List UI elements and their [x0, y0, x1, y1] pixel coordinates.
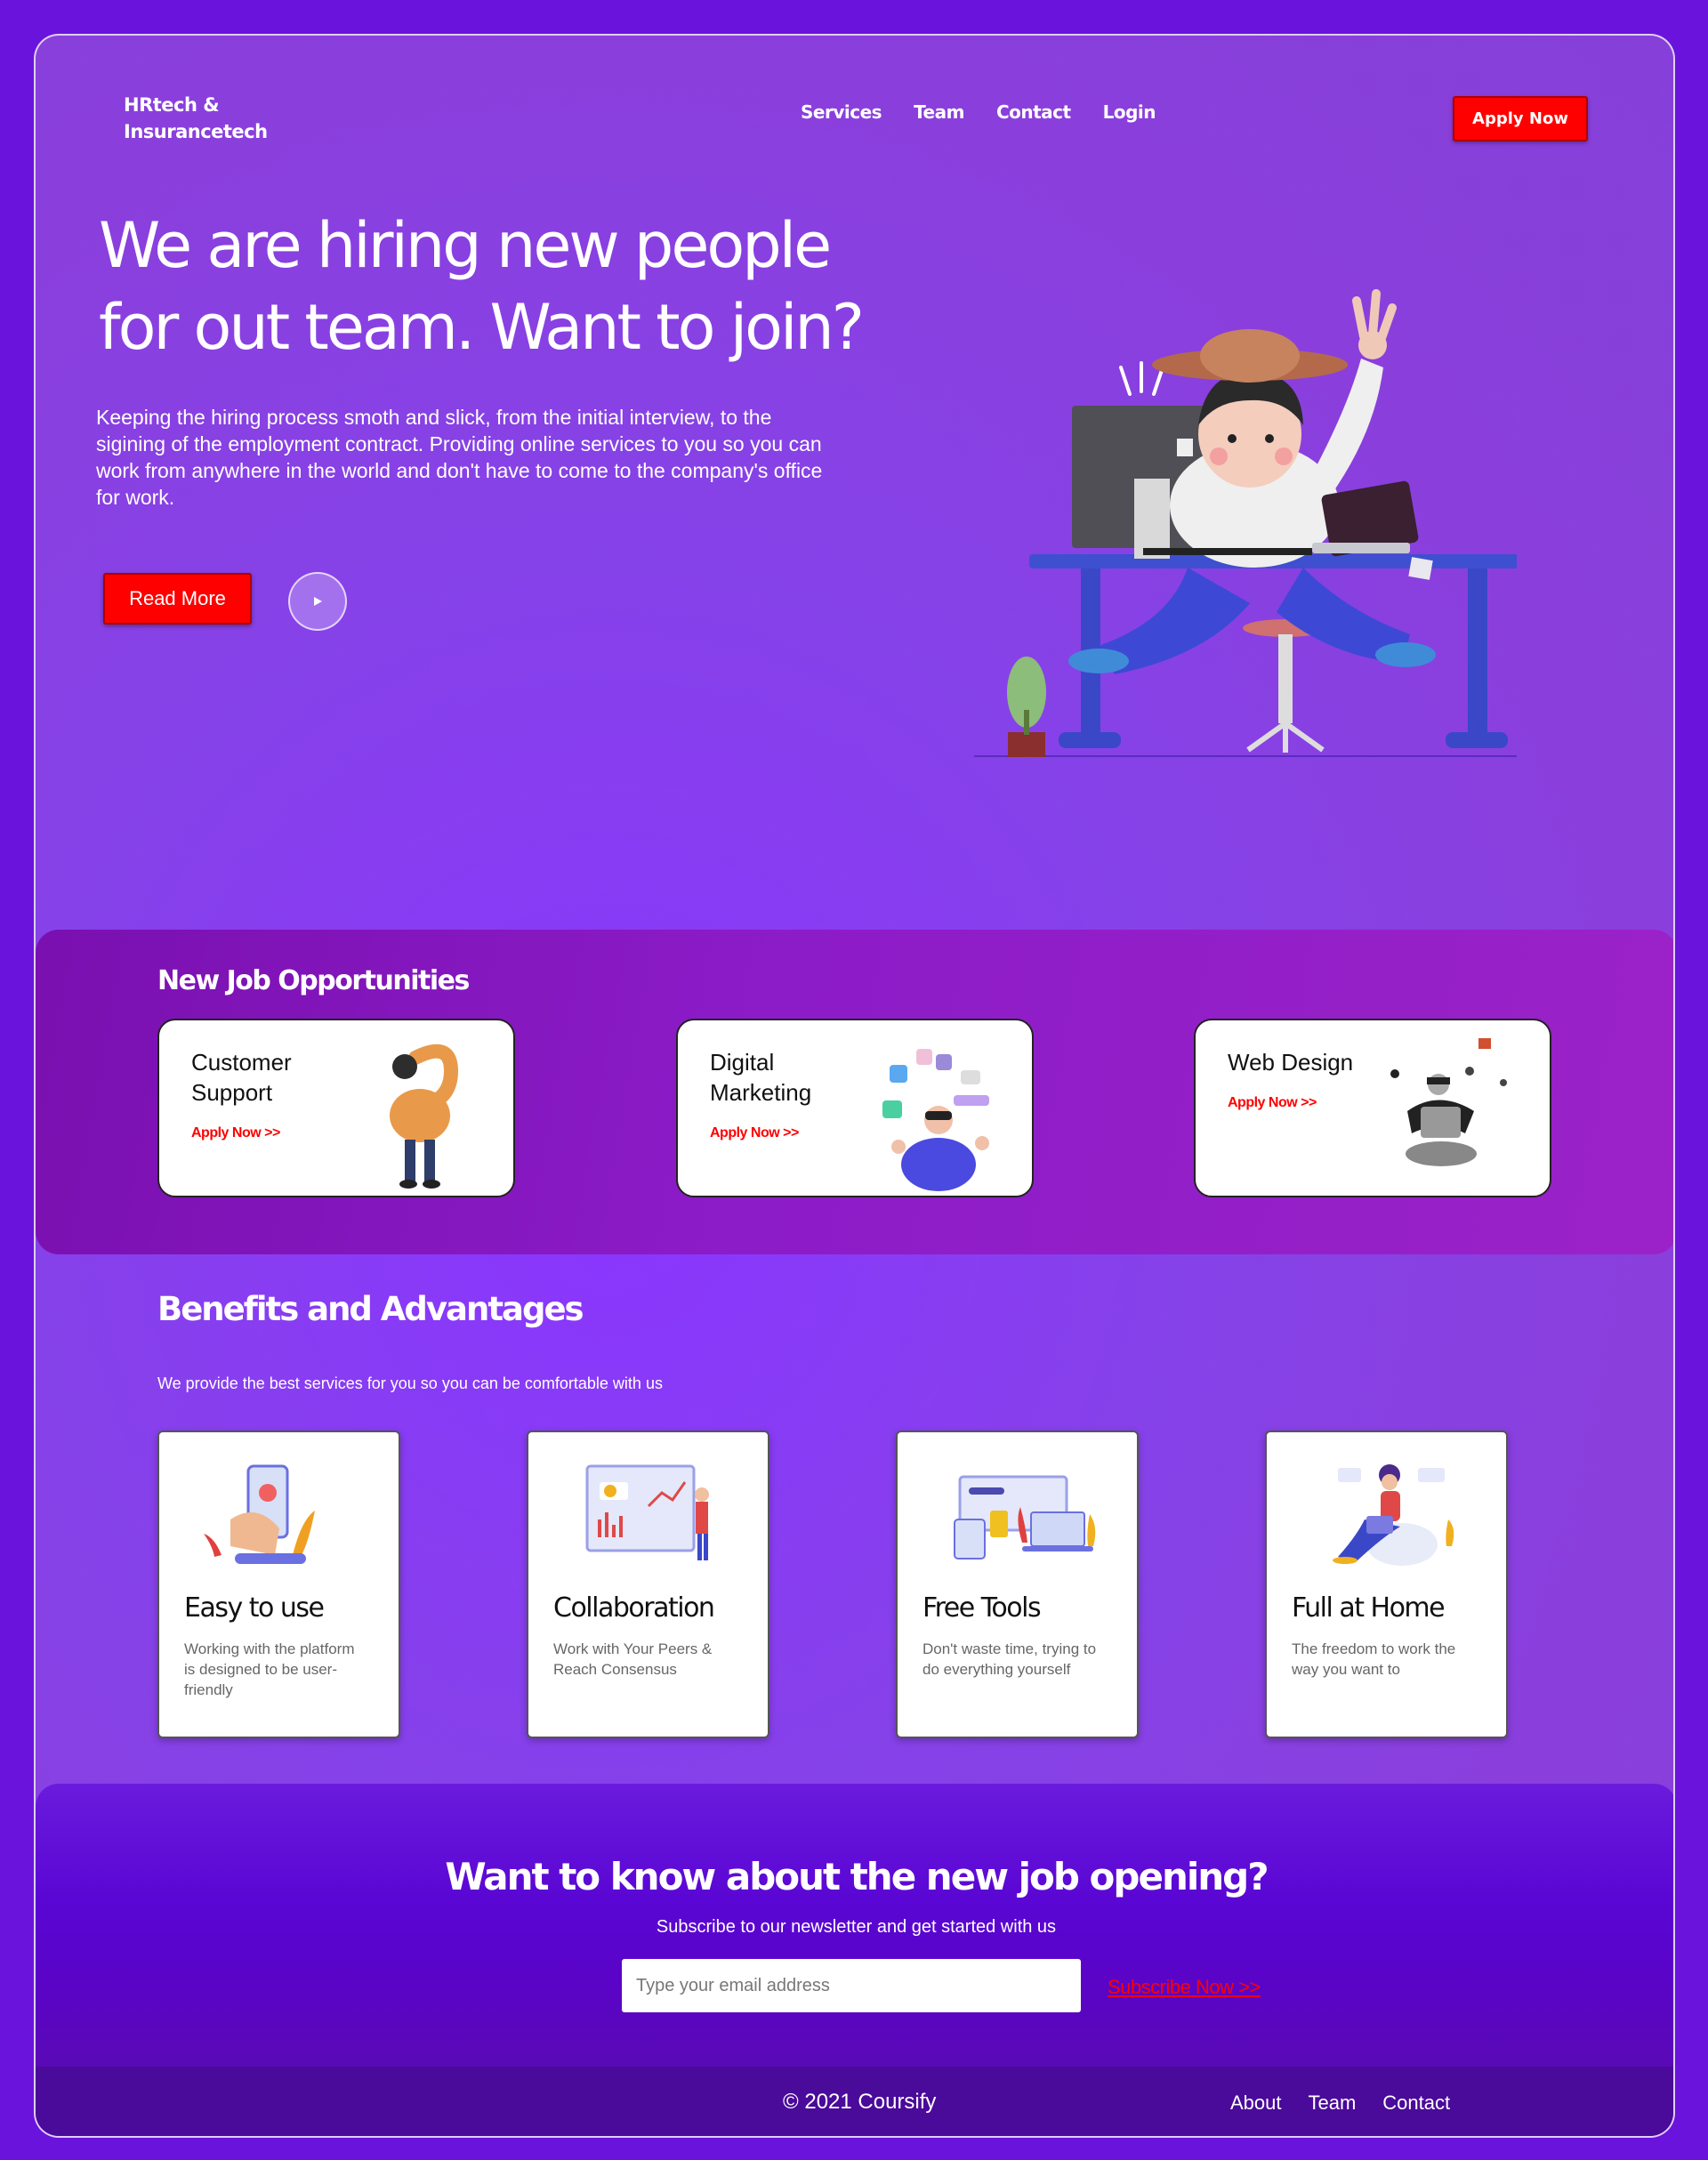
- brand-line-1: HRtech &: [124, 94, 220, 116]
- footer-link-team[interactable]: Team: [1309, 2091, 1357, 2115]
- jobs-title: New Job Opportunities: [157, 965, 470, 996]
- copyright: © 2021 Coursify: [783, 2090, 937, 2114]
- brand-logo[interactable]: HRtech & Insurancetech: [124, 92, 302, 145]
- apply-now-button[interactable]: Apply Now: [1453, 96, 1588, 141]
- job-title: Customer Support: [191, 1049, 292, 1106]
- benefit-description: The freedom to work the way you want to: [1292, 1640, 1456, 1678]
- play-button[interactable]: [288, 572, 347, 631]
- benefit-description: Working with the platform is designed to…: [184, 1640, 355, 1698]
- newsletter-section: Want to know about the new job opening? …: [36, 1784, 1673, 2077]
- benefit-card-collaboration: Collaboration Work with Your Peers & Rea…: [527, 1431, 769, 1738]
- digital-marketing-illustration: [882, 1049, 989, 1191]
- hero-title: We are hiring new people for out team. W…: [99, 205, 899, 368]
- footer-link-about[interactable]: About: [1230, 2091, 1282, 2115]
- main-nav: Services Team Contact Login: [801, 101, 1156, 123]
- collaboration-illustration: [585, 1464, 709, 1560]
- nav-services[interactable]: Services: [801, 101, 882, 123]
- benefit-card-free-tools: Free Tools Don't waste time, trying to d…: [896, 1431, 1139, 1738]
- benefit-card-easy-to-use: Easy to use Working with the platform is…: [157, 1431, 400, 1738]
- newsletter-title: Want to know about the new job opening?: [445, 1855, 1269, 1898]
- hero-title-line-2: for out team. Want to join?: [99, 291, 865, 364]
- jobs-section: New Job Opportunities Customer Support A…: [36, 930, 1673, 1254]
- customer-support-illustration: [390, 1044, 459, 1189]
- benefit-card-full-at-home: Full at Home The freedom to work the way…: [1265, 1431, 1508, 1738]
- benefit-title: Collaboration: [553, 1592, 715, 1624]
- newsletter-subtitle: Subscribe to our newsletter and get star…: [656, 1917, 1057, 1937]
- benefit-title: Easy to use: [184, 1592, 325, 1624]
- hero-illustration: [974, 289, 1517, 757]
- page-frame: HRtech & Insurancetech Services Team Con…: [34, 34, 1675, 2138]
- play-icon: [314, 597, 322, 606]
- hero-title-line-1: We are hiring new people: [99, 209, 832, 282]
- nav-login[interactable]: Login: [1103, 101, 1156, 123]
- job-apply-link[interactable]: Apply Now >>: [1228, 1095, 1317, 1111]
- nav-team[interactable]: Team: [914, 101, 964, 123]
- job-apply-link[interactable]: Apply Now >>: [191, 1125, 280, 1141]
- benefit-title: Full at Home: [1292, 1592, 1446, 1624]
- read-more-button[interactable]: Read More: [103, 573, 252, 625]
- subscribe-link[interactable]: Subscribe Now >>: [1108, 1976, 1261, 1999]
- brand-line-2: Insurancetech: [124, 121, 268, 142]
- benefit-description: Work with Your Peers & Reach Consensus: [553, 1640, 713, 1678]
- job-card-customer-support[interactable]: Customer Support Apply Now >>: [157, 1019, 515, 1197]
- nav-contact[interactable]: Contact: [996, 101, 1071, 123]
- job-title: Web Design: [1228, 1049, 1354, 1076]
- benefits-subtitle: We provide the best services for you so …: [157, 1374, 663, 1392]
- footer: © 2021 Coursify About Team Contact: [36, 2067, 1673, 2136]
- job-apply-link[interactable]: Apply Now >>: [710, 1125, 799, 1141]
- job-title: Digital Marketing: [710, 1049, 812, 1106]
- hero-description: Keeping the hiring process smoth and sli…: [96, 406, 823, 509]
- email-input[interactable]: [622, 1959, 1081, 2012]
- easy-to-use-illustration: [204, 1464, 315, 1564]
- full-at-home-illustration: [1333, 1464, 1454, 1566]
- benefit-description: Don't waste time, trying to do everythin…: [922, 1640, 1097, 1678]
- footer-nav: About Team Contact: [1230, 2091, 1450, 2115]
- free-tools-illustration: [954, 1475, 1096, 1560]
- benefits-title: Benefits and Advantages: [157, 1290, 584, 1328]
- web-design-illustration: [1390, 1038, 1507, 1166]
- footer-link-contact[interactable]: Contact: [1382, 2091, 1450, 2115]
- job-card-digital-marketing[interactable]: Digital Marketing Apply Now >>: [676, 1019, 1034, 1197]
- job-card-web-design[interactable]: Web Design Apply Now >>: [1194, 1019, 1551, 1197]
- benefit-title: Free Tools: [922, 1592, 1042, 1624]
